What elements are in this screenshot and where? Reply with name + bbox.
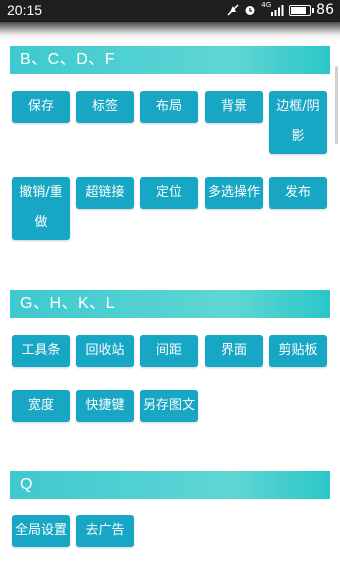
btn-multi-select[interactable]: 多选操作 xyxy=(205,177,263,209)
battery-icon xyxy=(289,4,315,16)
btn-shortcut[interactable]: 快捷键 xyxy=(76,390,134,422)
btn-border-shadow[interactable]: 边框/阴影 xyxy=(269,91,327,154)
btn-layout[interactable]: 布局 xyxy=(140,91,198,123)
status-bar: 20:15 4G 86 xyxy=(0,0,340,22)
btn-tag[interactable]: 标签 xyxy=(76,91,134,123)
section-header-q: Q xyxy=(10,471,330,499)
section-header-bcdf: B、C、D、F xyxy=(10,46,330,74)
btn-interface[interactable]: 界面 xyxy=(205,335,263,367)
btn-width[interactable]: 宽度 xyxy=(12,390,70,422)
btn-recycle-bin[interactable]: 回收站 xyxy=(76,335,134,367)
network-type: 4G xyxy=(261,1,272,9)
btn-save[interactable]: 保存 xyxy=(12,91,70,123)
btn-spacing[interactable]: 间距 xyxy=(140,335,198,367)
status-time: 20:15 xyxy=(7,2,43,18)
mute-icon xyxy=(227,4,239,16)
btn-toolbar[interactable]: 工具条 xyxy=(12,335,70,367)
btn-hyperlink[interactable]: 超链接 xyxy=(76,177,134,209)
btn-remove-ads[interactable]: 去广告 xyxy=(76,515,134,547)
scrollbar[interactable] xyxy=(335,66,338,144)
signal-icon xyxy=(271,5,284,16)
btn-background[interactable]: 背景 xyxy=(205,91,263,123)
btn-publish[interactable]: 发布 xyxy=(269,177,327,209)
status-icons: 4G 86 xyxy=(227,1,334,18)
battery-level: 86 xyxy=(316,2,334,18)
alarm-icon xyxy=(245,6,255,15)
btn-position[interactable]: 定位 xyxy=(140,177,198,209)
btn-undo-redo[interactable]: 撤销/重做 xyxy=(12,177,70,240)
btn-save-as-article[interactable]: 另存图文 xyxy=(140,390,198,422)
btn-clipboard[interactable]: 剪贴板 xyxy=(269,335,327,367)
btn-global-settings[interactable]: 全局设置 xyxy=(12,515,70,547)
top-shadow xyxy=(0,22,340,40)
section-header-ghkl: G、H、K、L xyxy=(10,290,330,318)
